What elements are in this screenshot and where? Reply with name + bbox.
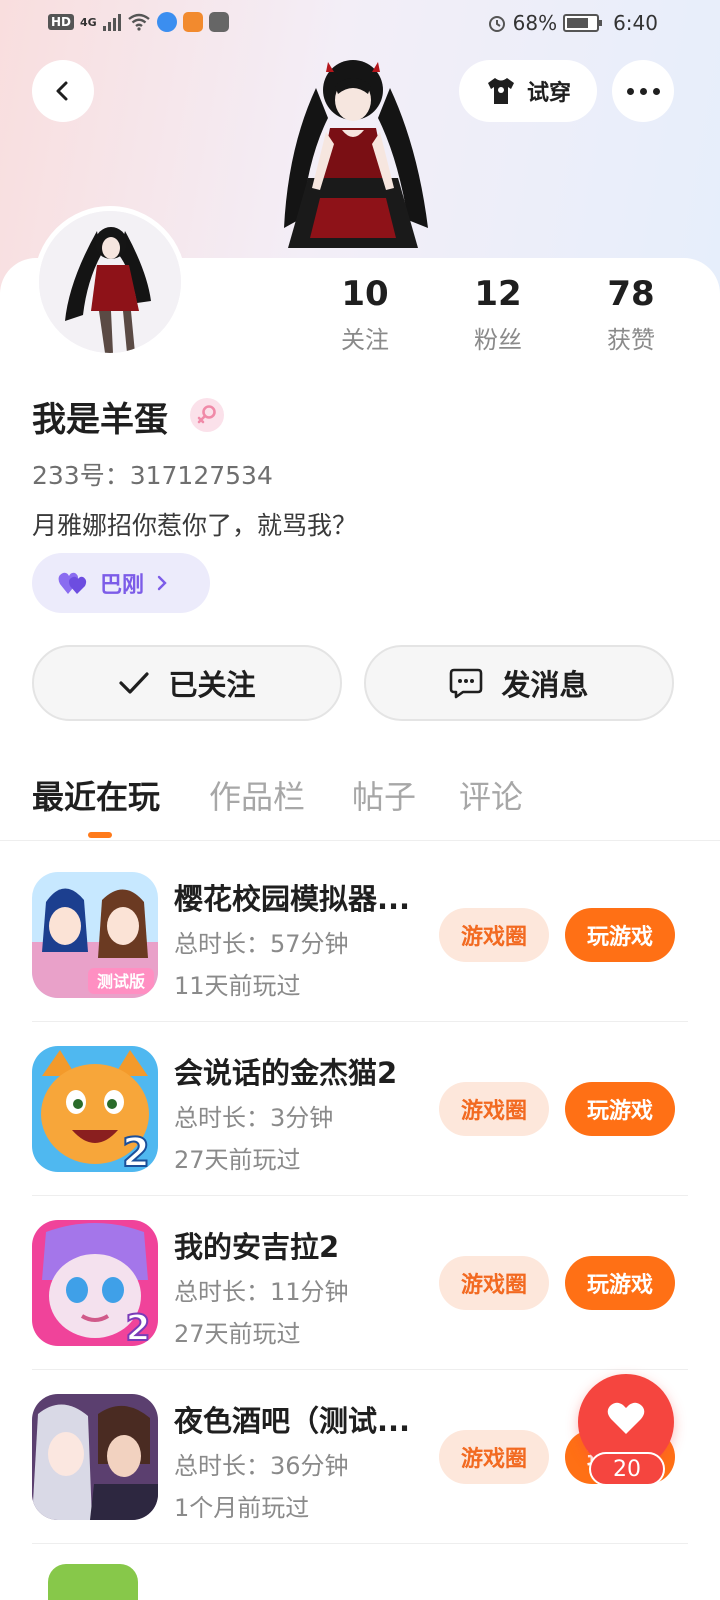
avatar[interactable]	[34, 206, 186, 358]
tab-comments[interactable]: 评论	[459, 772, 523, 818]
battery-icon	[563, 14, 603, 32]
play-game-button[interactable]: 玩游戏	[565, 1082, 675, 1136]
tabs-divider	[0, 840, 720, 841]
sakura-school-icon[interactable]: 测试版	[32, 872, 158, 998]
send-message-button[interactable]: 发消息	[364, 645, 674, 721]
status-right: 68% 6:40	[487, 11, 658, 35]
talking-ginger-icon[interactable]: 2	[32, 1046, 158, 1172]
game-title[interactable]: 夜色酒吧（测试...	[174, 1398, 424, 1440]
intimacy-tag-label: 巴刚	[100, 573, 145, 598]
game-circle-button[interactable]: 游戏圈	[439, 1082, 549, 1136]
sakura-icon-badge: 测试版	[97, 972, 145, 991]
checkmark-icon	[119, 672, 150, 694]
game-duration: 总时长：3分钟	[174, 1104, 334, 1132]
profile-stats: 10 关注 12 粉丝 78 获赞	[300, 272, 700, 362]
browser-app-icon	[156, 12, 177, 32]
followed-button[interactable]: 已关注	[32, 645, 342, 721]
tab-works[interactable]: 作品栏	[209, 772, 305, 818]
game-last-played: 27天前玩过	[174, 1320, 301, 1348]
play-game-button[interactable]: 玩游戏	[565, 1256, 675, 1310]
game-circle-button[interactable]: 游戏圈	[439, 908, 549, 962]
game-last-played: 11天前玩过	[174, 972, 301, 1000]
game-duration: 总时长：57分钟	[174, 930, 349, 958]
avatar-character-illustration	[284, 60, 428, 248]
send-message-label: 发消息	[501, 668, 589, 702]
more-dots-icon	[626, 87, 660, 95]
followers-label: 粉丝	[474, 326, 522, 354]
game-title[interactable]: 我的安吉拉2	[174, 1224, 424, 1266]
game-last-played: 27天前玩过	[174, 1146, 301, 1174]
game-row[interactable]: 2 我的安吉拉2 总时长：11分钟 27天前玩过 游戏圈 玩游戏	[0, 1196, 720, 1370]
chat-bubble-icon	[450, 668, 483, 699]
game-last-played: 1个月前玩过	[174, 1494, 310, 1522]
chevron-right-icon	[157, 575, 167, 591]
game-circle-button[interactable]: 游戏圈	[439, 1430, 549, 1484]
game-row[interactable]: 测试版 樱花校园模拟器... 总时长：57分钟 11天前玩过 游戏圈 玩游戏	[0, 848, 720, 1022]
signal-icon	[102, 13, 121, 31]
tab-recently-played[interactable]: 最近在玩	[32, 772, 160, 818]
profile-tabs: 最近在玩 作品栏 帖子 评论	[0, 772, 720, 840]
next-game-icon-partial	[48, 1564, 138, 1600]
my-angela-icon[interactable]: 2	[32, 1220, 158, 1346]
tab-posts[interactable]: 帖子	[352, 772, 416, 818]
game-circle-button[interactable]: 游戏圈	[439, 1256, 549, 1310]
back-button[interactable]	[32, 60, 94, 122]
likes-label: 获赞	[607, 326, 655, 354]
likes-count: 78	[607, 274, 655, 314]
game-duration: 总时长：36分钟	[174, 1452, 349, 1480]
stat-likes[interactable]: 78 获赞	[581, 272, 681, 355]
active-tab-indicator	[88, 832, 112, 838]
username: 我是羊蛋	[32, 400, 168, 440]
game-title[interactable]: 樱花校园模拟器...	[174, 876, 424, 918]
user-bio: 月雅娜招你惹你了，就骂我？	[32, 511, 358, 540]
heart-icon	[607, 1402, 645, 1434]
night-bar-icon[interactable]	[32, 1394, 158, 1520]
clock: 6:40	[613, 11, 658, 35]
followed-label: 已关注	[168, 668, 256, 702]
alarm-icon	[488, 16, 505, 32]
wifi-icon	[127, 13, 150, 31]
play-game-button[interactable]: 玩游戏	[565, 908, 675, 962]
female-gender-icon	[190, 398, 224, 432]
huawei-app-icon	[208, 12, 229, 32]
stat-followers[interactable]: 12 粉丝	[448, 272, 548, 355]
game-row[interactable]: 2 会说话的金杰猫2 总时长：3分钟 27天前玩过 游戏圈 玩游戏	[0, 1022, 720, 1196]
status-bar: HD 4G 68% 6:40	[0, 0, 720, 50]
following-label: 关注	[341, 326, 389, 354]
try-on-button[interactable]: 试穿	[459, 60, 597, 122]
status-left: HD 4G	[48, 12, 229, 32]
battery-percent: 68%	[512, 11, 558, 35]
like-count-badge: 20	[589, 1452, 665, 1486]
angela-icon-badge: 2	[125, 1308, 150, 1346]
ginger-icon-badge: 2	[122, 1130, 150, 1172]
hd-badge: HD	[48, 14, 75, 30]
back-arrow-icon	[56, 81, 68, 101]
avatar-image	[39, 211, 181, 353]
following-count: 10	[341, 274, 389, 314]
user-id: 233号：317127534	[32, 461, 273, 490]
video-app-icon	[182, 12, 203, 32]
game-duration: 总时长：11分钟	[174, 1278, 349, 1306]
followers-count: 12	[474, 274, 522, 314]
try-on-label: 试穿	[526, 81, 571, 106]
row-divider	[32, 1543, 688, 1544]
more-options-button[interactable]	[612, 60, 674, 122]
stat-following[interactable]: 10 关注	[315, 272, 415, 355]
intimacy-tag-chip[interactable]: 巴刚	[32, 553, 210, 613]
tshirt-icon	[487, 78, 514, 104]
double-heart-icon	[58, 572, 87, 594]
game-title[interactable]: 会说话的金杰猫2	[174, 1050, 424, 1092]
network-type: 4G	[80, 15, 97, 29]
